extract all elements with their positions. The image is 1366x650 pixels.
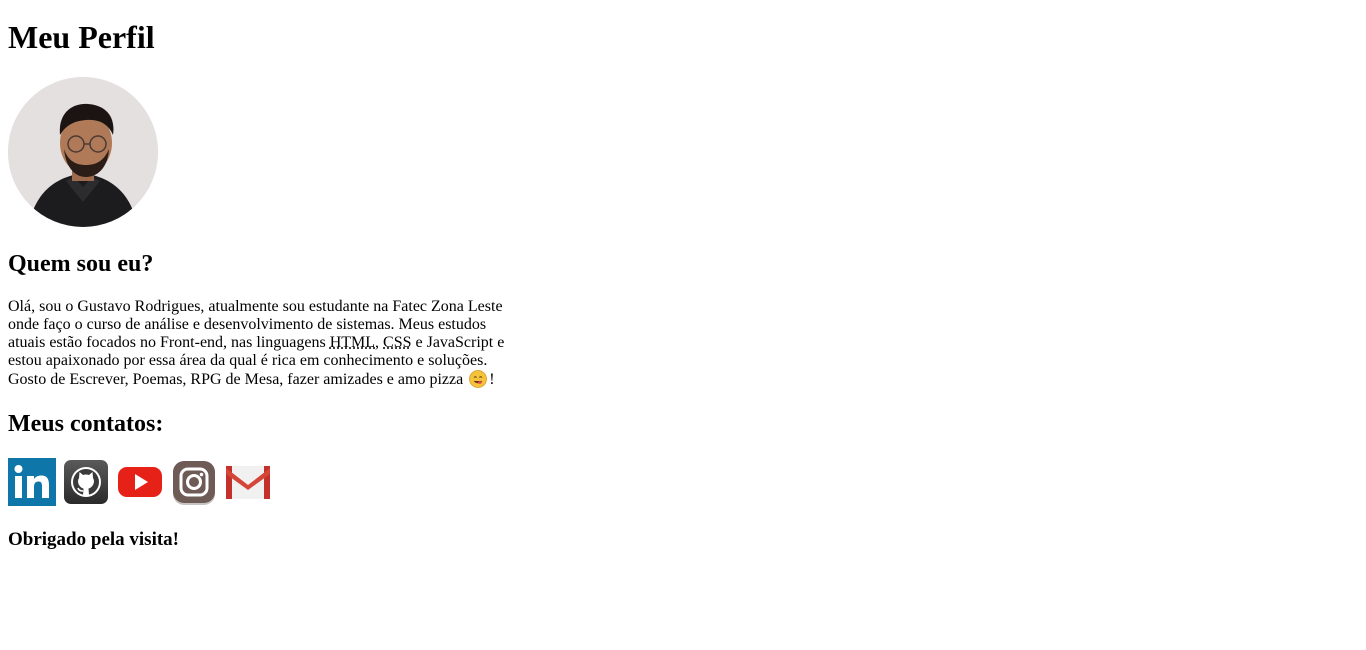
linkedin-icon [8,458,56,506]
yum-face-emoji-icon [469,370,488,388]
gmail-link[interactable] [224,458,272,506]
html-abbr: HTML [329,334,376,351]
gmail-icon [226,466,270,499]
youtube-icon [118,467,162,497]
contacts-heading: Meus contatos: [8,411,164,437]
instagram-link[interactable] [170,458,218,506]
profile-page: Meu Perfil Quem sou eu? Olá, sou o Gusta… [0,0,1366,650]
youtube-link[interactable] [116,458,164,506]
thanks-message: Obrigado pela visita! [8,529,180,550]
about-separator: , [375,334,384,351]
instagram-icon [173,461,215,505]
about-text: Olá, sou o Gustavo Rodrigues, atualmente… [8,298,508,389]
avatar [8,77,158,227]
github-icon [64,460,108,504]
linkedin-link[interactable] [8,458,56,506]
about-text-part-3: ! [489,371,495,388]
css-abbr: CSS [383,334,412,351]
page-title: Meu Perfil [8,19,155,55]
contacts-list [8,458,272,506]
about-heading: Quem sou eu? [8,251,154,277]
github-link[interactable] [62,458,110,506]
